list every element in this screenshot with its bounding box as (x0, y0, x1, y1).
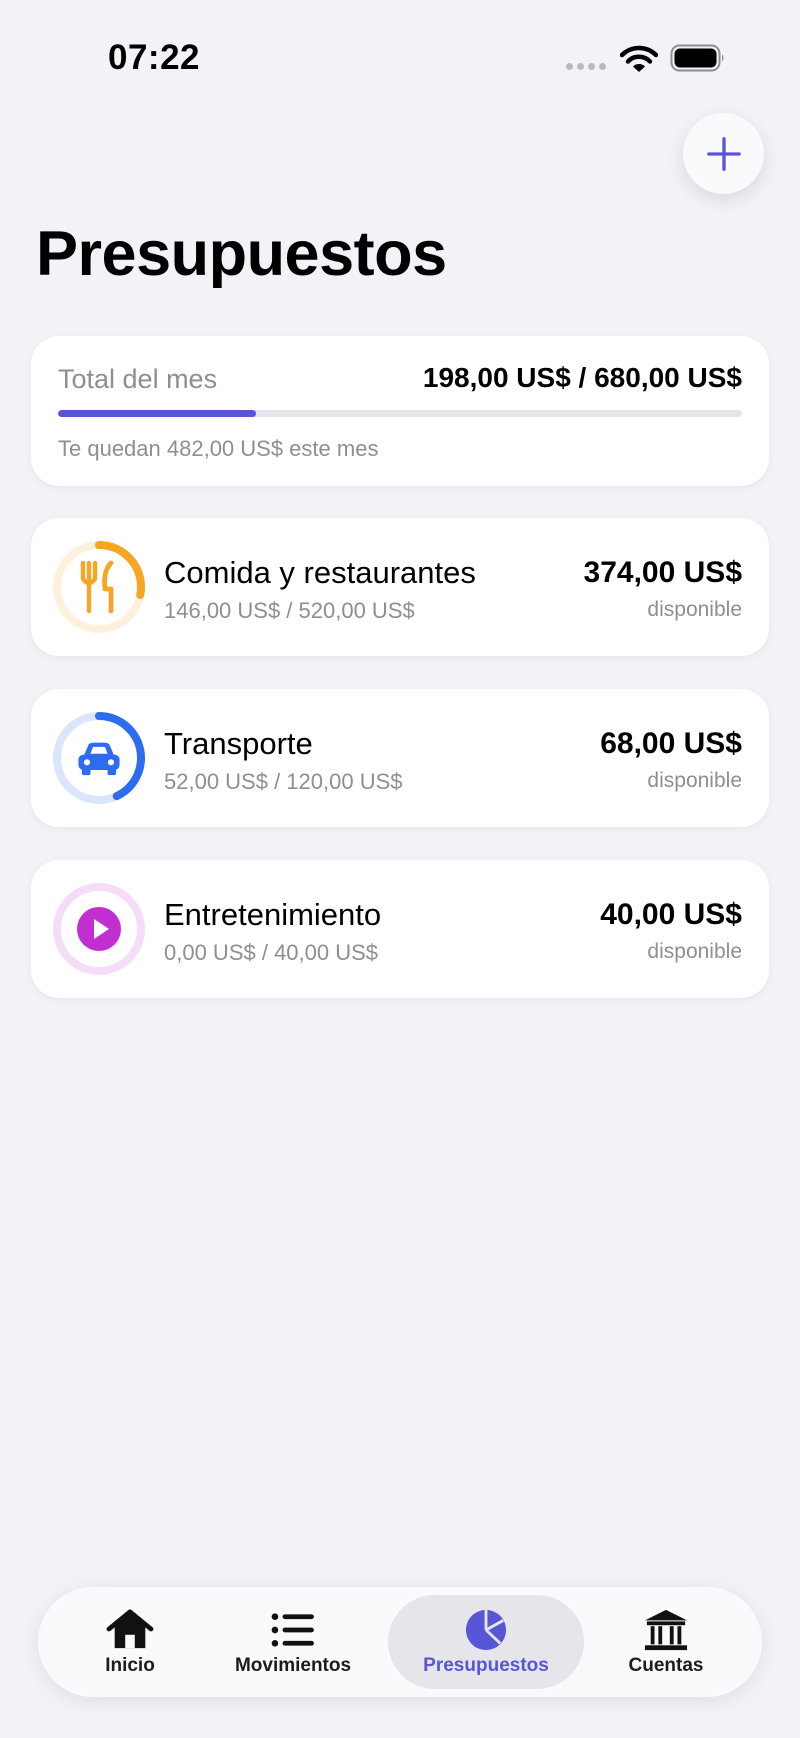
budget-spent: 52,00 US$ / 120,00 US$ (164, 769, 403, 794)
budget-card-entertainment[interactable]: Entretenimiento 0,00 US$ / 40,00 US$ 40,… (31, 860, 769, 998)
car-icon (75, 734, 123, 782)
budget-spent: 146,00 US$ / 520,00 US$ (164, 598, 415, 623)
budget-progress-ring (51, 710, 147, 806)
tab-bar: Inicio Movimientos Presupuestos Cuentas (38, 1587, 762, 1697)
budget-spent: 0,00 US$ / 40,00 US$ (164, 940, 379, 965)
total-progress-fill (58, 410, 257, 417)
status-bar: 07:22 (0, 0, 800, 110)
cellular-signal-icon (566, 63, 610, 71)
budget-card-food[interactable]: Comida y restaurantes 146,00 US$ / 520,0… (31, 518, 769, 656)
budget-available: 374,00 US$ (583, 556, 742, 589)
budget-available-caption: disponible (647, 598, 742, 621)
budget-available-caption: disponible (647, 769, 742, 792)
tab-presupuestos[interactable]: Presupuestos (388, 1595, 584, 1689)
total-progress-bar (58, 410, 742, 417)
plus-icon (706, 136, 741, 171)
status-time: 07:22 (108, 38, 201, 77)
budget-name: Transporte (164, 726, 313, 761)
pie-chart-icon (460, 1607, 512, 1653)
wifi-icon (619, 44, 659, 74)
bank-icon (640, 1607, 692, 1653)
monthly-total-card: Total del mes 198,00 US$ / 680,00 US$ Te… (31, 336, 769, 486)
budget-name: Entretenimiento (164, 897, 382, 932)
budget-available: 40,00 US$ (600, 898, 742, 931)
tab-label: Cuentas (628, 1655, 704, 1676)
tab-inicio[interactable]: Inicio (50, 1595, 210, 1689)
tab-movimientos[interactable]: Movimientos (213, 1595, 373, 1689)
budget-name: Comida y restaurantes (164, 555, 476, 590)
page-title: Presupuestos (36, 219, 447, 289)
tab-cuentas[interactable]: Cuentas (586, 1595, 746, 1689)
battery-icon (670, 44, 726, 72)
total-label: Total del mes (58, 364, 218, 394)
tab-label: Movimientos (234, 1655, 352, 1676)
play-icon (75, 905, 123, 953)
budget-progress-ring (51, 881, 147, 977)
list-icon (267, 1607, 319, 1653)
fork-knife-icon (75, 560, 123, 614)
add-budget-button[interactable] (683, 113, 764, 194)
total-amount: 198,00 US$ / 680,00 US$ (422, 362, 742, 393)
budget-available-caption: disponible (647, 940, 742, 963)
budget-progress-ring (51, 539, 147, 635)
total-remaining: Te quedan 482,00 US$ este mes (58, 436, 379, 461)
house-icon (104, 1607, 156, 1653)
tab-label: Presupuestos (423, 1655, 549, 1676)
tab-label: Inicio (105, 1655, 155, 1676)
budget-card-transport[interactable]: Transporte 52,00 US$ / 120,00 US$ 68,00 … (31, 689, 769, 827)
budget-available: 68,00 US$ (600, 727, 742, 760)
